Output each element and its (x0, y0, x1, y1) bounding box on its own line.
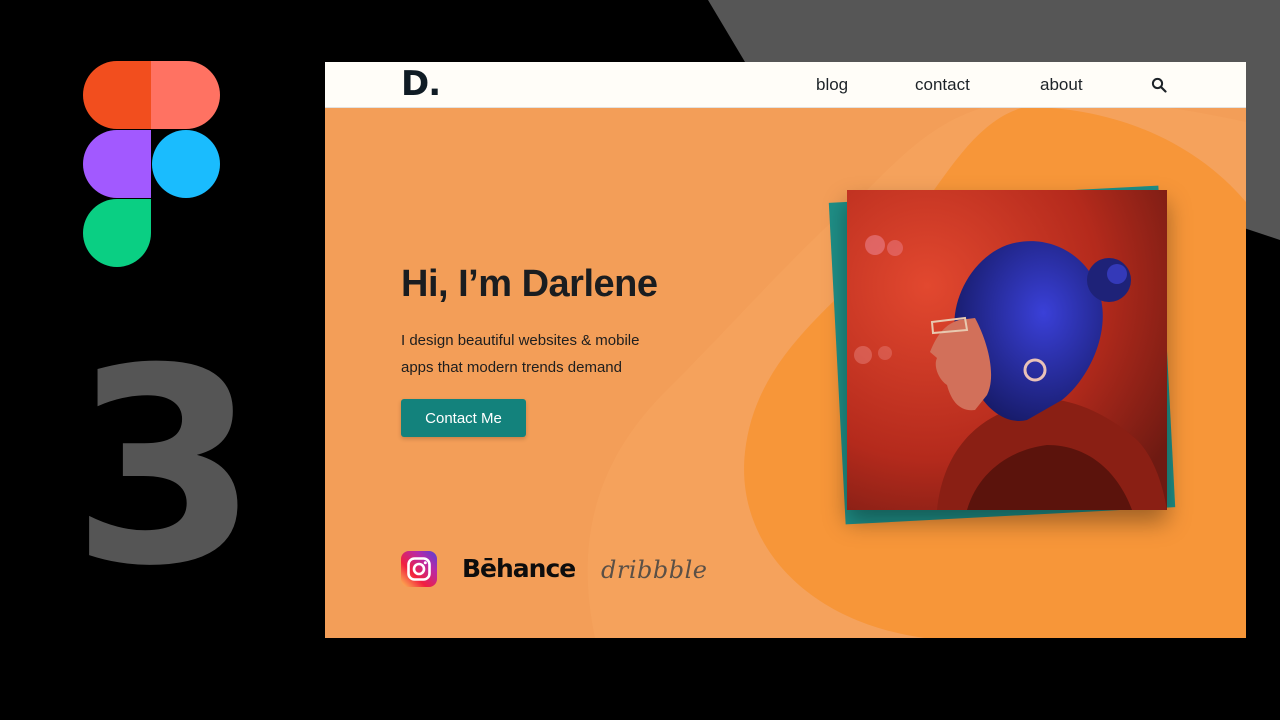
hero-description: I design beautiful websites & mobile app… (401, 327, 701, 381)
figma-logo-icon (83, 61, 220, 267)
behance-link[interactable]: Bēhance (462, 552, 576, 586)
dribbble-link[interactable]: dribbble (601, 554, 707, 586)
nav-link-about[interactable]: about (1040, 74, 1083, 96)
site-logo[interactable]: D. (401, 64, 441, 104)
website-mockup: D. blog contact about Hi, I’m Darlene I … (325, 62, 1246, 638)
nav-link-blog[interactable]: blog (816, 74, 848, 96)
hero-description-line-2: apps that modern trends demand (401, 359, 622, 376)
instagram-icon[interactable] (401, 551, 437, 587)
search-icon[interactable] (1151, 77, 1167, 93)
hero-title: Hi, I’m Darlene (401, 263, 658, 305)
hero-description-line-1: I design beautiful websites & mobile (401, 332, 640, 349)
nav-link-contact[interactable]: contact (915, 74, 970, 96)
episode-number: 3 (71, 310, 259, 625)
profile-photo (847, 190, 1167, 510)
profile-photo-card (828, 174, 1183, 526)
navbar: D. blog contact about (325, 62, 1246, 108)
contact-me-button[interactable]: Contact Me (401, 399, 526, 437)
